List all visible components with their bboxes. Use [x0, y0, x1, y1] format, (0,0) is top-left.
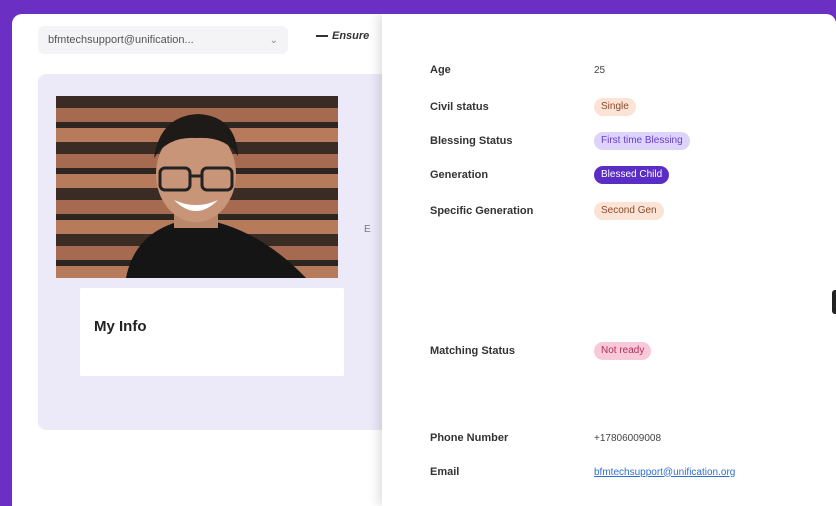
- account-select-value: bfmtechsupport@unification...: [48, 34, 194, 46]
- detail-row-matching-status: Matching Status Not ready: [430, 342, 652, 360]
- generation-label: Generation: [430, 169, 489, 181]
- profile-panel: My Info E: [38, 74, 394, 430]
- ensure-label: Ensure: [332, 30, 370, 42]
- profile-photo: [56, 96, 338, 278]
- detail-row-generation: Generation Blessed Child: [430, 166, 670, 184]
- my-info-title: My Info: [94, 318, 147, 335]
- generation-badge: Blessed Child: [594, 166, 670, 184]
- panel-edge-handle[interactable]: [832, 290, 836, 314]
- blessing-status-label: Blessing Status: [430, 135, 513, 147]
- matching-status-badge: Not ready: [594, 342, 652, 360]
- detail-row-age: Age 25: [430, 64, 605, 76]
- detail-row-specific-generation: Specific Generation Second Gen: [430, 202, 664, 220]
- detail-row-civil-status: Civil status Single: [430, 98, 636, 116]
- detail-row-email: Email bfmtechsupport@unification.org: [430, 466, 735, 478]
- chevron-down-icon: ⌄: [269, 34, 278, 46]
- specific-generation-badge: Second Gen: [594, 202, 664, 220]
- phone-value: +17806009008: [594, 432, 662, 444]
- email-link[interactable]: bfmtechsupport@unification.org: [594, 467, 735, 478]
- ensure-toggle[interactable]: Ensure: [316, 30, 369, 42]
- civil-status-label: Civil status: [430, 101, 489, 113]
- email-label: Email: [430, 466, 460, 478]
- side-mark: E: [364, 224, 371, 235]
- account-select[interactable]: bfmtechsupport@unification... ⌄: [38, 26, 288, 54]
- age-value: 25: [594, 64, 606, 76]
- my-info-card[interactable]: My Info: [80, 288, 344, 376]
- app-window: bfmtechsupport@unification... ⌄ Ensure M…: [12, 14, 836, 506]
- matching-status-label: Matching Status: [430, 345, 515, 357]
- person-portrait-image: [126, 114, 306, 278]
- specific-generation-label: Specific Generation: [430, 205, 534, 217]
- civil-status-badge: Single: [594, 98, 636, 116]
- blessing-status-badge: First time Blessing: [594, 132, 690, 150]
- detail-row-phone: Phone Number +17806009008: [430, 432, 661, 444]
- profile-detail-panel: Age 25 Civil status Single Blessing Stat…: [382, 14, 836, 506]
- phone-label: Phone Number: [430, 432, 509, 444]
- detail-row-blessing-status: Blessing Status First time Blessing: [430, 132, 690, 150]
- minus-icon: [316, 35, 328, 37]
- age-label: Age: [430, 64, 451, 76]
